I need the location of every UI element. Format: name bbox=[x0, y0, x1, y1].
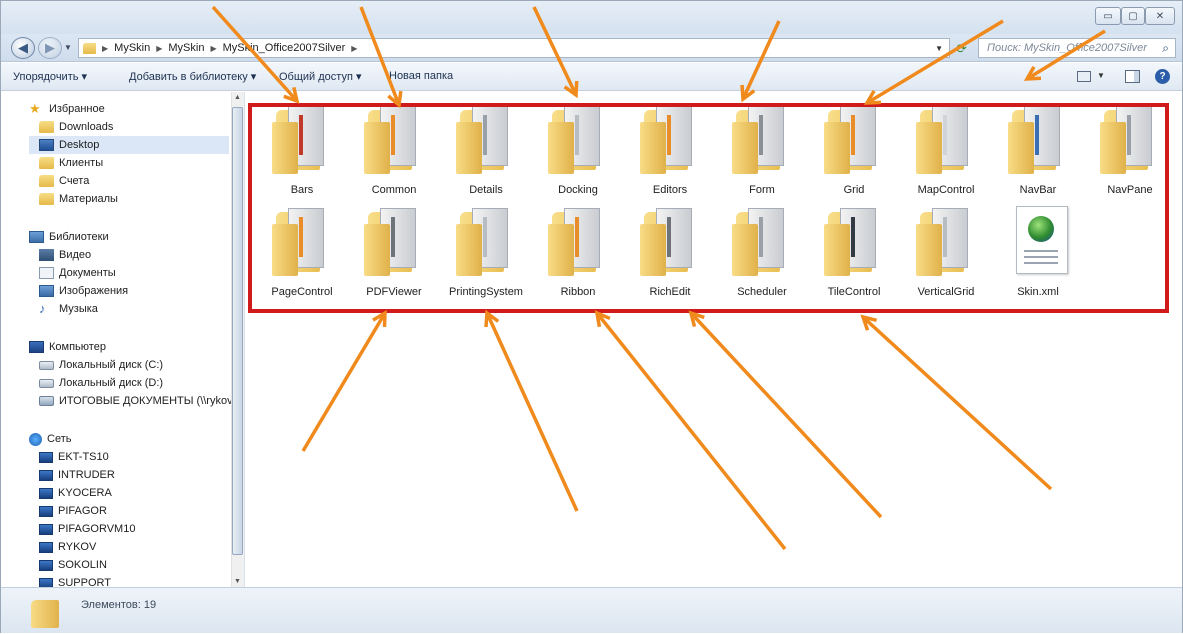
sidebar-item-clients[interactable]: Клиенты bbox=[39, 154, 103, 172]
back-arrow-icon: ◀ bbox=[18, 40, 28, 55]
sidebar-item-documents[interactable]: Документы bbox=[39, 264, 116, 282]
title-bar: ▭ ▢ ✕ bbox=[1, 1, 1182, 34]
sidebar-item-favorites[interactable]: ★ Избранное bbox=[29, 100, 105, 118]
maximize-icon: ▢ bbox=[1128, 10, 1138, 22]
network-icon bbox=[29, 432, 42, 446]
downloads-folder-icon bbox=[39, 121, 54, 133]
desktop-icon bbox=[39, 139, 54, 151]
breadcrumb-item-2[interactable]: MySkin bbox=[168, 42, 204, 54]
library-icon bbox=[29, 231, 44, 243]
computer-icon bbox=[39, 559, 53, 571]
sidebar-item-host[interactable]: PIFAGORVM10 bbox=[39, 520, 135, 538]
sidebar-item-desktop[interactable]: Desktop bbox=[29, 136, 229, 154]
computer-icon bbox=[39, 523, 53, 535]
search-input[interactable]: Поиск: MySkin_Office2007Silver ⌕ bbox=[978, 38, 1176, 58]
command-bar: Упорядочить ▾ Добавить в библиотеку ▾ Об… bbox=[1, 63, 1182, 91]
folder-icon bbox=[39, 157, 54, 169]
sidebar-item-accounts[interactable]: Счета bbox=[39, 172, 89, 190]
chevron-right-icon: ▶ bbox=[210, 43, 217, 53]
sidebar-item-host[interactable]: RYKOV bbox=[39, 538, 96, 556]
video-icon bbox=[39, 249, 54, 261]
address-dropdown-icon[interactable]: ▼ bbox=[935, 44, 943, 53]
back-button[interactable]: ◀ bbox=[11, 37, 35, 59]
computer-icon bbox=[39, 577, 53, 587]
computer-icon bbox=[29, 341, 44, 353]
scroll-up-icon[interactable]: ▲ bbox=[234, 94, 241, 101]
folder-icon bbox=[29, 596, 63, 630]
sidebar-item-libraries[interactable]: Библиотеки bbox=[29, 228, 109, 246]
sidebar-item-host[interactable]: SUPPORT bbox=[39, 574, 111, 587]
scrollbar-thumb[interactable] bbox=[232, 107, 243, 555]
minimize-button[interactable]: ▭ bbox=[1095, 7, 1121, 25]
sidebar-item-music[interactable]: ♪ Музыка bbox=[39, 300, 98, 318]
highlight-frame bbox=[248, 103, 1169, 313]
network-drive-icon bbox=[39, 396, 54, 406]
forward-button[interactable]: ▶ bbox=[38, 37, 62, 59]
chevron-right-icon: ▶ bbox=[156, 43, 163, 53]
scroll-down-icon[interactable]: ▼ bbox=[234, 578, 241, 585]
sidebar-item-images[interactable]: Изображения bbox=[39, 282, 128, 300]
sidebar-item-video[interactable]: Видео bbox=[39, 246, 91, 264]
sidebar-item-network[interactable]: Сеть bbox=[29, 430, 71, 448]
sidebar-item-host[interactable]: PIFAGOR bbox=[39, 502, 107, 520]
item-count: Элементов: 19 bbox=[81, 599, 157, 611]
breadcrumb[interactable]: ▶ MySkin ▶ MySkin ▶ MySkin_Office2007Sil… bbox=[78, 38, 950, 58]
sidebar-item-host[interactable]: EKT-TS10 bbox=[39, 448, 109, 466]
computer-icon bbox=[39, 451, 53, 463]
breadcrumb-item-1[interactable]: MySkin bbox=[114, 42, 150, 54]
search-placeholder: Поиск: MySkin_Office2007Silver bbox=[987, 42, 1147, 54]
organize-button[interactable]: Упорядочить ▾ bbox=[13, 70, 87, 83]
sidebar-item-network-drive[interactable]: ИТОГОВЫЕ ДОКУМЕНТЫ (\\rykov) (Z bbox=[39, 392, 244, 410]
refresh-icon[interactable]: ⟳ bbox=[956, 41, 974, 57]
share-button[interactable]: Общий доступ ▾ bbox=[279, 70, 361, 83]
help-icon[interactable]: ? bbox=[1155, 69, 1170, 84]
chevron-right-icon: ▶ bbox=[351, 43, 358, 53]
minimize-icon: ▭ bbox=[1103, 10, 1113, 22]
folder-icon bbox=[39, 175, 54, 187]
sidebar-item-computer[interactable]: Компьютер bbox=[29, 338, 106, 356]
sidebar-item-host[interactable]: INTRUDER bbox=[39, 466, 115, 484]
computer-icon bbox=[39, 469, 53, 481]
new-folder-button[interactable]: Новая папка bbox=[389, 70, 453, 82]
add-to-library-button[interactable]: Добавить в библиотеку ▾ bbox=[129, 70, 256, 83]
computer-icon bbox=[39, 505, 53, 517]
folder-icon bbox=[83, 42, 96, 54]
preview-pane-icon[interactable] bbox=[1125, 70, 1140, 83]
breadcrumb-item-3[interactable]: MySkin_Office2007Silver bbox=[223, 42, 346, 54]
close-button[interactable]: ✕ bbox=[1145, 7, 1175, 25]
navigation-pane: ★ Избранное Downloads Desktop Клиенты Сче… bbox=[1, 92, 245, 587]
sidebar-item-materials[interactable]: Материалы bbox=[39, 190, 118, 208]
maximize-button[interactable]: ▢ bbox=[1121, 7, 1145, 25]
explorer-window: ▭ ▢ ✕ ◀ ▶ ▼ ▶ MySkin ▶ MySkin ▶ MySkin_O… bbox=[0, 0, 1183, 633]
address-bar: ◀ ▶ ▼ ▶ MySkin ▶ MySkin ▶ MySkin_Office2… bbox=[1, 34, 1182, 62]
star-icon: ★ bbox=[29, 101, 41, 116]
history-dropdown-icon[interactable]: ▼ bbox=[64, 43, 72, 52]
image-icon bbox=[39, 285, 54, 297]
sidebar-item-disk-d[interactable]: Локальный диск (D:) bbox=[39, 374, 163, 392]
status-bar: Элементов: 19 bbox=[1, 587, 1182, 633]
sidebar-item-host[interactable]: SOKOLIN bbox=[39, 556, 107, 574]
music-icon: ♪ bbox=[39, 301, 46, 316]
folder-icon bbox=[39, 193, 54, 205]
view-options-icon[interactable] bbox=[1077, 71, 1091, 82]
sidebar-item-host[interactable]: KYOCERA bbox=[39, 484, 112, 502]
drive-icon bbox=[39, 378, 54, 388]
search-icon[interactable]: ⌕ bbox=[1162, 41, 1169, 56]
sidebar-item-disk-c[interactable]: Локальный диск (C:) bbox=[39, 356, 163, 374]
document-icon bbox=[39, 267, 54, 279]
forward-arrow-icon: ▶ bbox=[45, 40, 55, 55]
close-icon: ✕ bbox=[1155, 10, 1165, 22]
drive-icon bbox=[39, 360, 54, 370]
sidebar-item-downloads[interactable]: Downloads bbox=[39, 118, 113, 136]
chevron-right-icon: ▶ bbox=[102, 43, 109, 53]
view-dropdown-icon[interactable]: ▼ bbox=[1097, 71, 1105, 80]
computer-icon bbox=[39, 487, 53, 499]
computer-icon bbox=[39, 541, 53, 553]
